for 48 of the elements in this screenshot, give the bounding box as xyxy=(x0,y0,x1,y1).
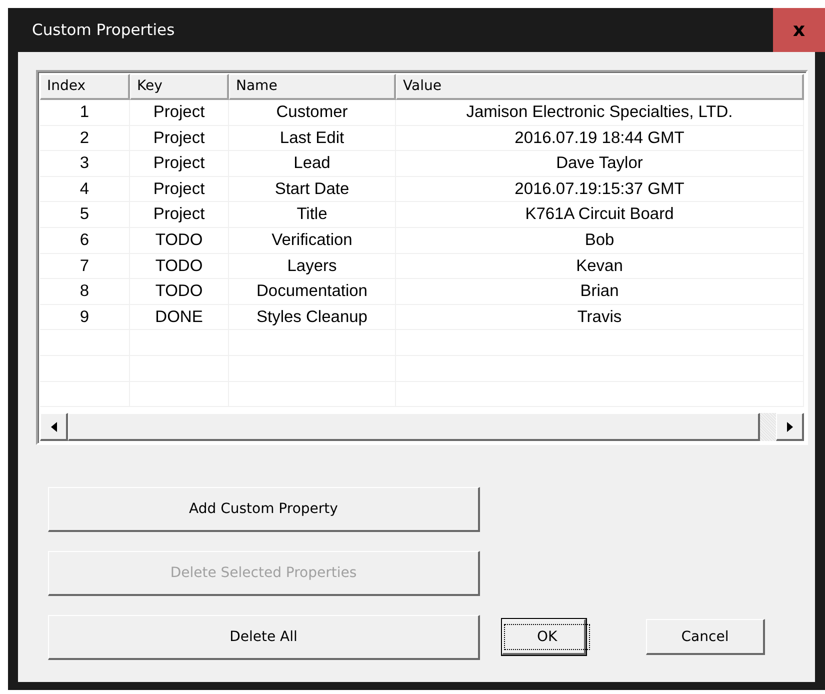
table-cell: TODO xyxy=(130,228,229,254)
table-cell: 8 xyxy=(40,279,130,305)
scroll-right-icon[interactable] xyxy=(786,422,792,432)
table-cell: 2016.07.19 18:44 GMT xyxy=(396,126,804,152)
column-header[interactable]: Key xyxy=(130,74,229,100)
window-title: Custom Properties xyxy=(31,21,176,39)
table-cell: Layers xyxy=(229,254,396,280)
table-cell: Title xyxy=(229,202,396,228)
table-cell: Bob xyxy=(396,228,804,254)
table-cell: 2016.07.19:15:37 GMT xyxy=(396,176,804,202)
table-cell: Project xyxy=(130,176,229,202)
table-cell: Styles Cleanup xyxy=(229,304,396,330)
action-button[interactable]: Delete All xyxy=(48,615,480,660)
table-cell: Project xyxy=(130,126,229,152)
table-cell: Lead xyxy=(229,151,396,177)
table-cell: Customer xyxy=(229,100,396,126)
column-header[interactable]: Index xyxy=(40,74,130,100)
table-cell: TODO xyxy=(130,254,229,280)
table-cell: 5 xyxy=(40,202,130,228)
table-cell: 6 xyxy=(40,228,130,254)
close-button[interactable]: x xyxy=(773,8,825,52)
table-cell: 3 xyxy=(40,151,130,177)
table-cell: Project xyxy=(130,202,229,228)
column-header[interactable]: Value xyxy=(396,74,804,100)
table-cell: Kevan xyxy=(396,254,804,280)
table-cell: K761A Circuit Board xyxy=(396,202,804,228)
table-cell: Last Edit xyxy=(229,126,396,152)
scroll-left-icon[interactable] xyxy=(50,422,56,432)
table-cell: TODO xyxy=(130,279,229,305)
table-cell: 1 xyxy=(40,100,130,126)
table-cell: 7 xyxy=(40,254,130,280)
table-cell: Dave Taylor xyxy=(396,151,804,177)
table-cell: 4 xyxy=(40,176,130,202)
table-cell: Verification xyxy=(229,228,396,254)
table-cell: Travis xyxy=(396,304,804,330)
table-cell: Start Date xyxy=(229,176,396,202)
scroll-track[interactable] xyxy=(760,413,776,441)
action-button[interactable]: Add Custom Property xyxy=(48,487,480,532)
table-cell: Project xyxy=(130,100,229,126)
table-cell: 2 xyxy=(40,126,130,152)
table-cell: DONE xyxy=(130,304,229,330)
table-cell: Jamison Electronic Specialties, LTD. xyxy=(396,100,804,126)
table-cell: Project xyxy=(130,151,229,177)
column-header[interactable]: Name xyxy=(229,74,396,100)
table-cell: Brian xyxy=(396,279,804,305)
table-cell: 9 xyxy=(40,304,130,330)
table-cell: Documentation xyxy=(229,279,396,305)
dialog-button[interactable]: Cancel xyxy=(646,619,765,655)
